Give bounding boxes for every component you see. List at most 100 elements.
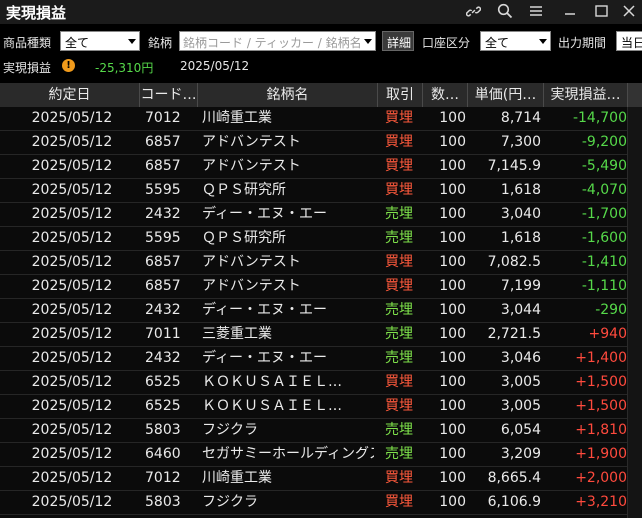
symbol-search-input[interactable]: 銘柄コード / ティッカー / 銘柄名 (179, 31, 376, 51)
cell-code: 5595 (145, 230, 181, 246)
table-body: 2025/05/12 7012 川崎重工業 買埋 100 8,714 -14,700 2025… (0, 107, 642, 515)
cell-qty: 100 (439, 398, 466, 414)
detail-button[interactable]: 詳細 (382, 31, 414, 51)
cell-realized-pl: -9,200 (581, 134, 627, 150)
table-row[interactable]: 2025/05/12 7012 川崎重工業 買埋 100 8,665.4 +2,000 (0, 467, 642, 491)
table-row[interactable]: 2025/05/12 6857 アドバンテスト 買埋 100 7,145.9 -5,490 (0, 155, 642, 179)
output-period-select[interactable]: 当日 (616, 31, 642, 51)
link-icon[interactable] (462, 0, 484, 22)
cell-realized-pl: +940 (588, 326, 627, 342)
cell-qty: 100 (439, 206, 466, 222)
cell-realized-pl: +3,210 (575, 494, 627, 510)
chevron-down-icon (539, 39, 547, 44)
cell-side: 買埋 (385, 254, 413, 270)
realized-pl-table: 約定日 コード… 銘柄名 取引 数… 単価(円… 実現損益… 2025/05/1… (0, 83, 642, 518)
menu-icon[interactable] (525, 0, 547, 22)
vertical-scrollbar[interactable] (627, 107, 642, 518)
product-type-select[interactable]: 全て (60, 31, 140, 51)
column-header-side[interactable]: 取引 (378, 83, 423, 107)
cell-realized-pl: -290 (595, 302, 627, 318)
table-row[interactable]: 2025/05/12 6460 セガサミーホールディングス 売埋 100 3,209 +1,… (0, 443, 642, 467)
cell-qty: 100 (439, 326, 466, 342)
table-row[interactable]: 2025/05/12 6857 アドバンテスト 買埋 100 7,199 -1,110 (0, 275, 642, 299)
column-header-name[interactable]: 銘柄名 (198, 83, 378, 107)
symbol-search-placeholder: 銘柄コード / ティッカー / 銘柄名 (183, 36, 362, 50)
cell-side: 買埋 (385, 470, 413, 486)
cell-side: 買埋 (385, 494, 413, 510)
warning-icon[interactable]: ! (62, 59, 75, 72)
cell-price: 8,714 (500, 110, 541, 126)
cell-qty: 100 (439, 134, 466, 150)
chevron-down-icon (128, 39, 136, 44)
cell-qty: 100 (439, 230, 466, 246)
account-type-select[interactable]: 全て (480, 31, 551, 51)
column-header-price[interactable]: 単価(円… (468, 83, 544, 107)
table-row[interactable]: 2025/05/12 6525 ＫＯＫＵＳＡＩＥＬ… 買埋 100 3,005 +1,500 (0, 395, 642, 419)
cell-qty: 100 (439, 350, 466, 366)
cell-side: 買埋 (385, 158, 413, 174)
window-title: 実現損益 (6, 4, 67, 22)
cell-date: 2025/05/12 (31, 470, 113, 486)
table-row[interactable]: 2025/05/12 5595 ＱＰＳ研究所 買埋 100 1,618 -4,070 (0, 179, 642, 203)
table-row[interactable]: 2025/05/12 5803 フジクラ 買埋 100 6,106.9 +3,210 (0, 491, 642, 515)
cell-code: 2432 (145, 302, 181, 318)
cell-code: 6857 (145, 254, 181, 270)
table-header: 約定日 コード… 銘柄名 取引 数… 単価(円… 実現損益… (0, 83, 642, 107)
cell-code: 2432 (145, 350, 181, 366)
cell-qty: 100 (439, 374, 466, 390)
cell-realized-pl: -1,700 (581, 206, 627, 222)
table-row[interactable]: 2025/05/12 6525 ＫＯＫＵＳＡＩＥＬ… 買埋 100 3,005 +1,500 (0, 371, 642, 395)
table-row[interactable]: 2025/05/12 2432 ディー・エヌ・エー 売埋 100 3,040 -1,700 (0, 203, 642, 227)
cell-price: 3,044 (500, 302, 541, 318)
maximize-icon[interactable] (589, 0, 613, 22)
cell-side: 買埋 (385, 134, 413, 150)
cell-side: 売埋 (385, 206, 413, 222)
cell-side: 買埋 (385, 278, 413, 294)
column-header-realized-pl[interactable]: 実現損益… (544, 83, 628, 107)
cell-realized-pl: +1,400 (575, 350, 627, 366)
filter-bar: 商品種類 全て 銘柄 銘柄コード / ティッカー / 銘柄名 詳細 口座区分 全… (0, 30, 642, 54)
cell-code: 6857 (145, 158, 181, 174)
cell-price: 2,721.5 (487, 326, 541, 342)
cell-name: ＫＯＫＵＳＡＩＥＬ… (202, 398, 342, 414)
column-header-qty[interactable]: 数… (423, 83, 468, 107)
symbol-label: 銘柄 (148, 36, 173, 50)
cell-price: 1,618 (500, 230, 541, 246)
table-row[interactable]: 2025/05/12 2432 ディー・エヌ・エー 売埋 100 3,046 +1,400 (0, 347, 642, 371)
cell-name: フジクラ (202, 494, 258, 510)
table-row[interactable]: 2025/05/12 2432 ディー・エヌ・エー 売埋 100 3,044 -290 (0, 299, 642, 323)
realized-pl-total: -25,310円 (95, 61, 154, 75)
cell-date: 2025/05/12 (31, 374, 113, 390)
search-icon[interactable] (494, 0, 516, 22)
cell-side: 売埋 (385, 350, 413, 366)
cell-price: 6,054 (500, 422, 541, 438)
table-row[interactable]: 2025/05/12 7012 川崎重工業 買埋 100 8,714 -14,700 (0, 107, 642, 131)
table-row[interactable]: 2025/05/12 7011 三菱重工業 売埋 100 2,721.5 +940 (0, 323, 642, 347)
cell-date: 2025/05/12 (31, 446, 113, 462)
cell-name: フジクラ (202, 422, 258, 438)
cell-realized-pl: -4,070 (581, 182, 627, 198)
output-period-label: 出力期間 (558, 36, 607, 50)
cell-name: アドバンテスト (202, 134, 301, 150)
cell-code: 6857 (145, 278, 181, 294)
table-row[interactable]: 2025/05/12 5595 ＱＰＳ研究所 売埋 100 1,618 -1,600 (0, 227, 642, 251)
cell-realized-pl: +1,810 (575, 422, 627, 438)
column-header-code[interactable]: コード… (140, 83, 198, 107)
minimize-icon[interactable] (558, 0, 582, 22)
cell-name: ＱＰＳ研究所 (202, 182, 286, 198)
table-row[interactable]: 2025/05/12 6857 アドバンテスト 買埋 100 7,300 -9,200 (0, 131, 642, 155)
table-row[interactable]: 2025/05/12 6857 アドバンテスト 買埋 100 7,082.5 -1,410 (0, 251, 642, 275)
cell-side: 買埋 (385, 398, 413, 414)
cell-date: 2025/05/12 (31, 278, 113, 294)
cell-price: 6,106.9 (487, 494, 541, 510)
cell-date: 2025/05/12 (31, 326, 113, 342)
column-header-date[interactable]: 約定日 (0, 83, 140, 107)
cell-price: 7,082.5 (487, 254, 541, 270)
cell-side: 売埋 (385, 326, 413, 342)
product-type-label: 商品種類 (3, 36, 52, 50)
cell-code: 5803 (145, 422, 181, 438)
cell-name: ディー・エヌ・エー (202, 302, 328, 318)
realized-pl-label: 実現損益 (3, 61, 52, 75)
close-icon[interactable] (617, 0, 641, 22)
table-row[interactable]: 2025/05/12 5803 フジクラ 売埋 100 6,054 +1,810 (0, 419, 642, 443)
